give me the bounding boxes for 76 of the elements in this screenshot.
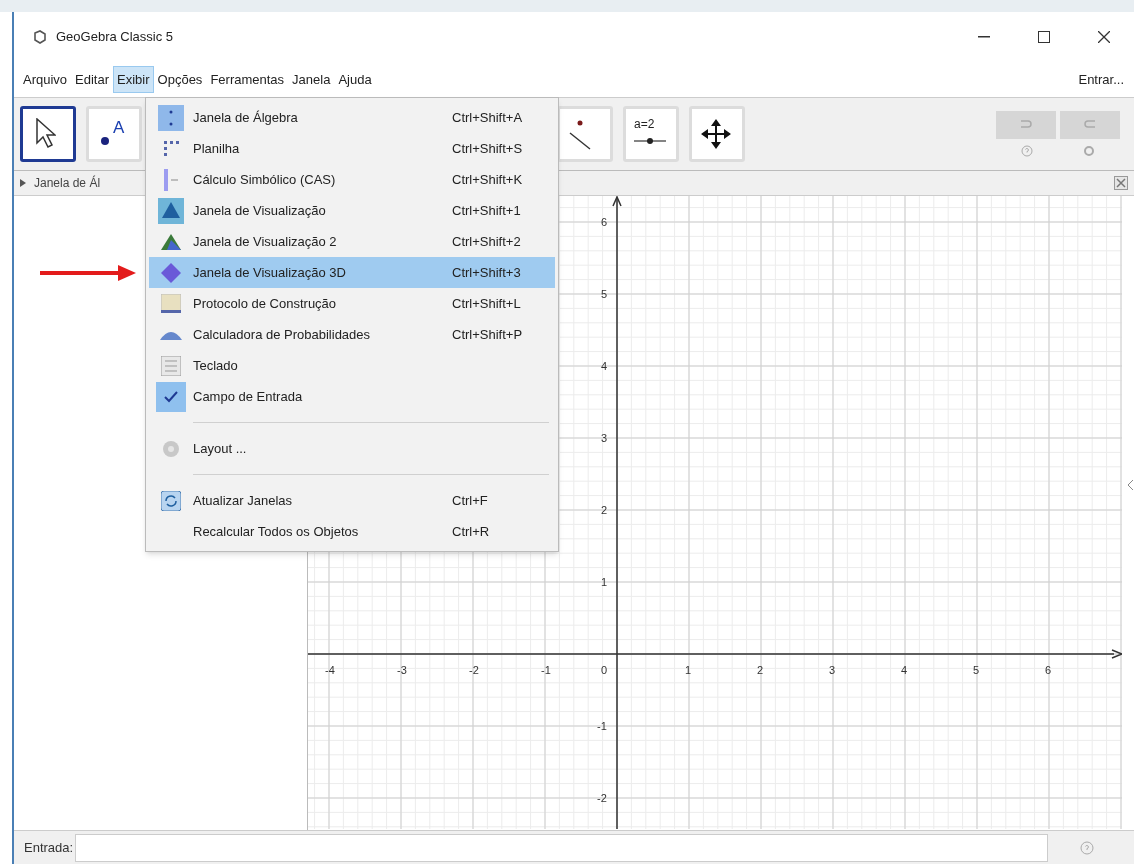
redo-button[interactable]: [1060, 111, 1120, 139]
resize-caret-icon[interactable]: [1128, 480, 1133, 490]
menu-option-label: Layout ...: [193, 439, 248, 458]
shortcut-label: Ctrl+Shift+K: [452, 170, 523, 189]
axis-tick-label: 1: [601, 577, 608, 588]
menu-option-label: Cálculo Simbólico (CAS): [193, 170, 337, 189]
app-logo-icon: [32, 29, 48, 45]
menu-item[interactable]: Janela: [288, 65, 335, 94]
settings-icon[interactable]: [1083, 145, 1095, 157]
point-on-line-icon: [569, 120, 591, 150]
slider-icon: [634, 137, 666, 145]
shortcut-label: Ctrl+Shift+A: [452, 108, 523, 127]
axis-tick-label: -2: [597, 793, 607, 804]
point-icon: [100, 136, 110, 146]
shortcut-label: Ctrl+Shift+L: [452, 294, 521, 313]
menu-option[interactable]: Janela de Álgebra Ctrl+Shift+A: [149, 102, 555, 133]
menu-item[interactable]: Exibir: [113, 65, 154, 94]
menu-item[interactable]: Arquivo: [19, 65, 72, 94]
tool-label: a=2: [634, 116, 655, 133]
menu-option-label: Janela de Álgebra: [193, 108, 299, 127]
shortcut-label: Ctrl+R: [452, 522, 490, 541]
axis-tick-label: 2: [757, 665, 764, 676]
axis-tick-label: 0: [601, 665, 608, 676]
shortcut-label: Ctrl+Shift+2: [452, 232, 521, 251]
help-icon[interactable]: [1021, 145, 1033, 157]
axis-tick-label: -1: [597, 721, 607, 732]
menu-item[interactable]: Editar: [71, 65, 114, 94]
menu-option[interactable]: Planilha Ctrl+Shift+S: [149, 133, 555, 164]
tool-label: A: [113, 117, 125, 139]
close-view-icon[interactable]: [1114, 176, 1128, 190]
shortcut-label: Ctrl+Shift+P: [452, 325, 523, 344]
menu-item[interactable]: Ferramentas: [206, 65, 289, 94]
close-icon: [1098, 31, 1110, 43]
axis-tick-label: 1: [685, 665, 692, 676]
undo-button[interactable]: [996, 111, 1056, 139]
expand-triangle-icon[interactable]: [20, 179, 26, 187]
move-arrows-icon: [701, 119, 731, 149]
axis-tick-label: 5: [601, 289, 608, 300]
shortcut-label: Ctrl+Shift+1: [452, 201, 521, 220]
menu-option-label: Atualizar Janelas: [193, 491, 293, 510]
axis-tick-label: 3: [601, 433, 608, 444]
axis-tick-label: 4: [601, 361, 608, 372]
menu-option[interactable]: Janela de Visualização 3D Ctrl+Shift+3: [149, 257, 555, 288]
menu-option[interactable]: Cálculo Simbólico (CAS) Ctrl+Shift+K: [149, 164, 555, 195]
axis-tick-label: 5: [973, 665, 980, 676]
menu-item[interactable]: Opções: [153, 65, 207, 94]
axis-tick-label: -1: [541, 665, 551, 676]
shortcut-label: Ctrl+F: [452, 491, 488, 510]
tool-button[interactable]: a=2: [623, 106, 679, 162]
axis-tick-label: 3: [829, 665, 836, 676]
algebra-view-header: Janela de Ál: [34, 174, 101, 192]
tool-button[interactable]: A: [86, 106, 142, 162]
redo-icon: [1084, 120, 1096, 130]
shortcut-label: Ctrl+Shift+3: [452, 263, 521, 282]
cursor-arrow-icon: [36, 118, 56, 148]
window-title: GeoGebra Classic 5: [56, 28, 174, 47]
help-icon[interactable]: [1080, 840, 1094, 855]
menu-item[interactable]: Ajuda: [334, 65, 376, 94]
minimize-icon: [978, 36, 990, 38]
tool-button[interactable]: [20, 106, 76, 162]
undo-icon: [1020, 120, 1032, 130]
menu-option-label: Planilha: [193, 139, 241, 158]
axis-tick-label: 6: [601, 217, 608, 228]
axis-tick-label: 2: [601, 505, 608, 516]
maximize-icon: [1038, 31, 1050, 43]
menu-option-label: Teclado: [193, 356, 239, 375]
input-field[interactable]: [75, 833, 1048, 862]
sign-in-link[interactable]: Entrar...: [1078, 69, 1124, 90]
shortcut-label: Ctrl+Shift+S: [452, 139, 523, 158]
input-label: Entrada:: [24, 838, 74, 857]
menu-option-label: Campo de Entrada: [193, 387, 304, 406]
axis-tick-label: 4: [901, 665, 908, 676]
axis-tick-label: -4: [325, 665, 335, 676]
axis-tick-label: 6: [1045, 665, 1052, 676]
axis-tick-label: -2: [469, 665, 479, 676]
axis-tick-label: -3: [397, 665, 407, 676]
